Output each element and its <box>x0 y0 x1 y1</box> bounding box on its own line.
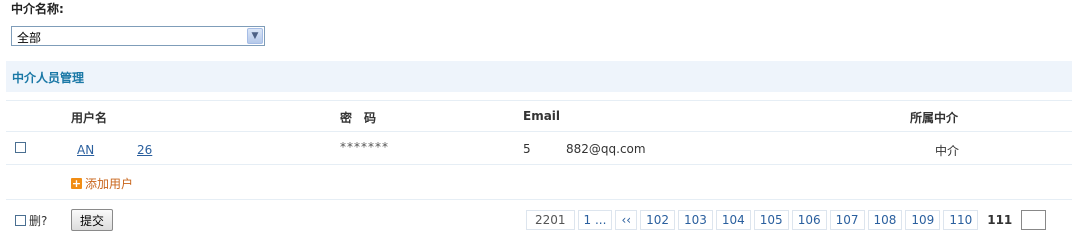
agency-select[interactable]: 全部 ▼ <box>11 26 265 46</box>
pagination-page[interactable]: 102 <box>640 210 675 230</box>
delete-checkbox[interactable] <box>15 215 26 226</box>
pagination-page[interactable]: 107 <box>829 210 865 230</box>
pagination-page[interactable]: 105 <box>753 210 789 230</box>
username-link-suffix[interactable]: 26 <box>137 143 152 157</box>
page-jump-input[interactable] <box>1021 210 1047 230</box>
submit-button[interactable]: 提交 <box>71 209 113 231</box>
divider <box>6 164 1072 165</box>
column-header-password: 密 码 <box>340 111 377 125</box>
divider <box>6 199 1072 200</box>
pagination-current: 111 <box>981 210 1019 230</box>
email-value: 882@qq.com <box>566 142 646 156</box>
password-value: ******* <box>340 140 389 154</box>
delete-option[interactable]: 删? <box>15 212 47 229</box>
agency-filter-label: 中介名称: <box>11 2 64 16</box>
delete-label: 删? <box>29 214 48 228</box>
agency-select-value: 全部 <box>17 31 42 45</box>
section-header <box>6 61 1072 92</box>
row-checkbox[interactable] <box>15 142 26 153</box>
agency-value: 中介 <box>935 144 960 158</box>
chevron-down-icon[interactable]: ▼ <box>247 28 263 44</box>
add-user-label: 添加用户 <box>85 177 134 191</box>
pagination-page[interactable]: 109 <box>905 210 941 230</box>
pagination-total: 2201 <box>526 210 575 230</box>
pagination-first[interactable]: 1 ... <box>577 210 613 230</box>
section-title: 中介人员管理 <box>12 71 85 85</box>
pagination-page[interactable]: 104 <box>715 210 751 230</box>
add-user-button[interactable]: + 添加用户 <box>71 175 133 192</box>
divider <box>6 131 1072 132</box>
column-header-username: 用户名 <box>71 111 108 125</box>
column-header-agency: 所属中介 <box>910 111 959 125</box>
pagination-page[interactable]: 108 <box>867 210 903 230</box>
pagination-prev[interactable]: ‹‹ <box>615 210 638 230</box>
pagination-page[interactable]: 110 <box>943 210 979 230</box>
email-value-prefix: 5 <box>523 142 531 156</box>
pagination-page[interactable]: 103 <box>677 210 713 230</box>
divider <box>6 100 1072 101</box>
column-header-email: Email <box>523 109 561 123</box>
pagination: 2201 1 ... ‹‹ 102 103 104 105 106 107 10… <box>526 209 1047 231</box>
plus-icon: + <box>71 177 82 190</box>
username-link[interactable]: AN <box>77 143 94 157</box>
pagination-page[interactable]: 106 <box>791 210 827 230</box>
